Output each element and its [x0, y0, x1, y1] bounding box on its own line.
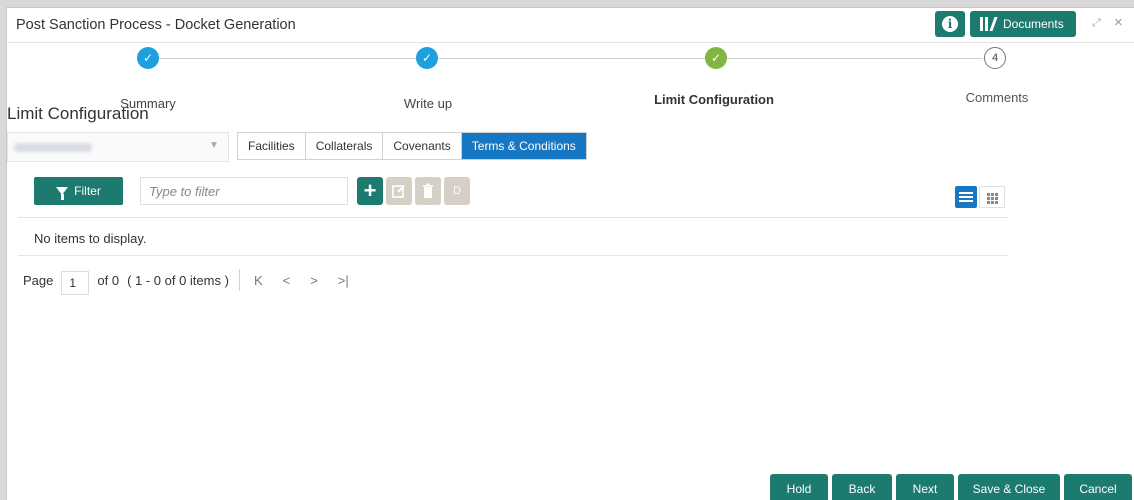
trash-icon [423, 183, 433, 198]
last-page-icon[interactable]: >| [338, 273, 349, 288]
step-writeup-check-icon[interactable]: ✓ [416, 47, 438, 69]
window-title: Post Sanction Process - Docket Generatio… [16, 17, 296, 33]
chevron-down-icon: ▼ [209, 140, 219, 151]
first-page-icon[interactable]: K [254, 273, 263, 288]
page-label: Page [23, 272, 54, 288]
next-button[interactable]: Next [896, 474, 954, 500]
step-connector [437, 58, 705, 59]
info-button[interactable]: i [935, 11, 965, 37]
facility-select[interactable]: ▼ [7, 132, 229, 162]
docket-generation-window: Post Sanction Process - Docket Generatio… [6, 7, 1134, 500]
step-limit-config-check-icon[interactable]: ✓ [705, 47, 727, 69]
empty-state-row: No items to display. [18, 219, 1008, 256]
tab-collaterals[interactable]: Collaterals [305, 133, 384, 159]
edit-button[interactable] [386, 177, 412, 205]
next-page-icon[interactable]: > [310, 273, 318, 288]
section-title: Limit Configuration [7, 104, 149, 123]
title-bar: Post Sanction Process - Docket Generatio… [7, 8, 1134, 43]
plus-icon: + [363, 178, 377, 203]
grid-view-icon[interactable] [979, 186, 1005, 208]
tab-terms-and-conditions[interactable]: Terms & Conditions [461, 133, 586, 159]
step-connector [159, 58, 425, 59]
step-summary-check-icon[interactable]: ✓ [137, 47, 159, 69]
grid-toolbar: Filter Type to filter + D [18, 172, 1008, 218]
page-number-input[interactable]: 1 [61, 271, 90, 295]
empty-message: No items to display. [34, 231, 147, 246]
limit-tabs: Facilities Collaterals Covenants Terms &… [237, 132, 587, 160]
pager-divider [238, 269, 240, 291]
process-stepper: ✓ ✓ ✓ 4 Summary Write up Limit Configura… [7, 44, 1134, 111]
add-button[interactable]: + [357, 177, 383, 205]
save-close-button[interactable]: Save & Close [958, 474, 1060, 500]
funnel-icon [56, 187, 69, 200]
step-comments-number[interactable]: 4 [984, 47, 1006, 69]
resize-icon[interactable]: ⤢ [1092, 17, 1101, 30]
tab-covenants[interactable]: Covenants [383, 133, 462, 159]
step-connector [727, 58, 983, 59]
filter-input[interactable]: Type to filter [140, 177, 348, 205]
page-count: of 0 [97, 272, 120, 288]
cancel-button[interactable]: Cancel [1064, 474, 1132, 500]
d-button[interactable]: D [444, 177, 470, 205]
filter-button[interactable]: Filter [34, 177, 123, 205]
documents-button[interactable]: Documents [970, 11, 1076, 37]
filter-label: Filter [74, 184, 101, 198]
delete-button[interactable] [415, 177, 441, 205]
blurred-selected-value [14, 143, 92, 152]
pagination: Page 1 of 0 ( 1 - 0 of 0 items ) K < > >… [23, 266, 369, 295]
back-button[interactable]: Back [832, 474, 892, 500]
library-icon [980, 17, 998, 31]
step-label-limit-configuration[interactable]: Limit Configuration [654, 92, 774, 107]
prev-page-icon[interactable]: < [283, 273, 291, 288]
item-range: ( 1 - 0 of 0 items ) [127, 272, 229, 288]
list-view-icon[interactable] [955, 186, 977, 208]
step-label-writeup[interactable]: Write up [404, 96, 452, 111]
tab-facilities[interactable]: Facilities [238, 133, 306, 159]
hold-button[interactable]: Hold [770, 474, 828, 500]
close-icon[interactable]: × [1114, 14, 1123, 31]
documents-label: Documents [1003, 17, 1064, 31]
info-icon: i [942, 16, 958, 32]
edit-icon [392, 185, 405, 198]
step-label-comments[interactable]: Comments [966, 90, 1029, 105]
footer-actions: Hold Back Next Save & Close Cancel [770, 474, 1132, 500]
